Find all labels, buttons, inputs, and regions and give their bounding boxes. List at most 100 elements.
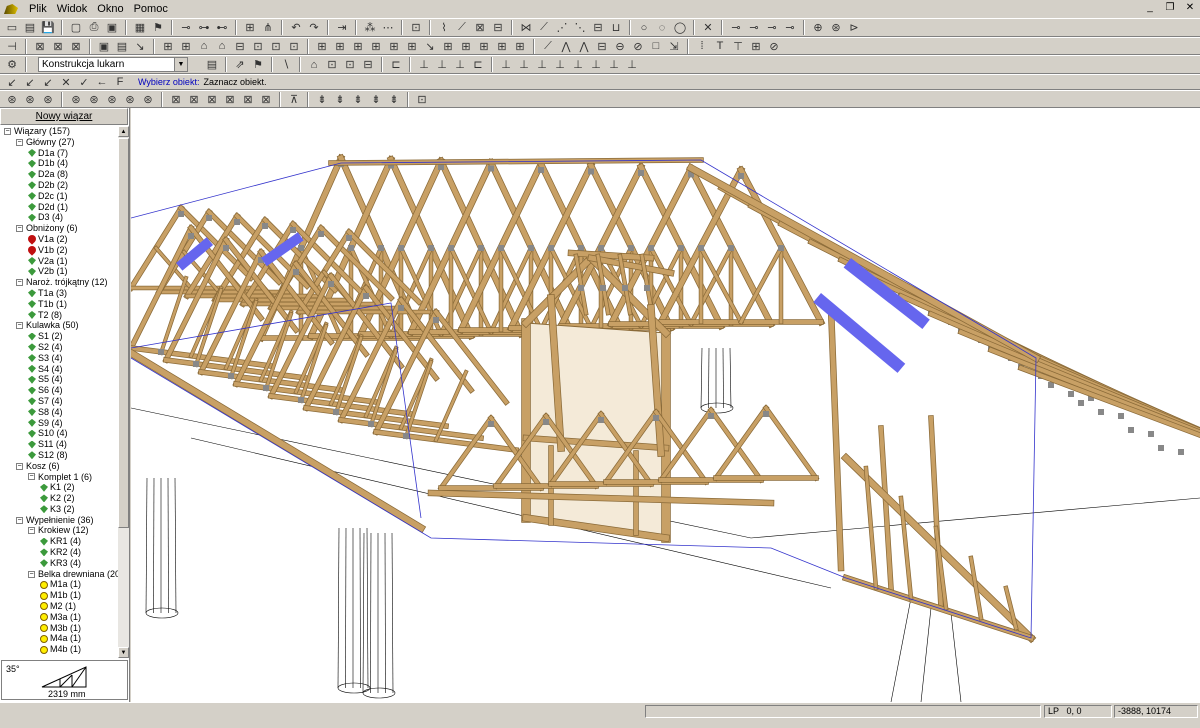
toolbar-tool-icon[interactable]: ⊣ [4,38,20,54]
tree-node[interactable]: T2 (8) [0,310,118,321]
tree-node[interactable]: S12 (8) [0,450,118,461]
toolbar-tool-icon[interactable]: ⊠ [472,20,488,36]
collapse-icon[interactable]: − [16,138,23,146]
toolbar-tool-icon[interactable]: ⊡ [268,38,284,54]
toolbar-tool-icon[interactable]: ▣ [104,20,120,36]
toolbar-tool-icon[interactable]: ⊠ [32,38,48,54]
properties-icon[interactable]: ▤ [204,57,220,73]
toolbar-tool-icon[interactable]: ⌂ [214,38,230,54]
toolbar-tool-icon[interactable]: ⊥ [434,57,450,73]
toolbar-tool-icon[interactable]: ✕ [58,75,74,89]
collapse-icon[interactable]: − [16,322,23,330]
toolbar-tool-icon[interactable]: 💾 [40,20,56,36]
toolbar-tool-icon[interactable]: ↙ [4,75,20,89]
tree-node[interactable]: S6 (4) [0,385,118,396]
chevron-down-icon[interactable]: ▼ [174,58,187,71]
toolbar-tool-icon[interactable]: ⟋ [536,20,552,36]
toolbar-tool-icon[interactable]: ⌂ [306,57,322,73]
toolbar-tool-icon[interactable]: ↙ [40,75,56,89]
toolbar-tool-icon[interactable]: ⟋ [454,20,470,36]
toolbar-tool-icon[interactable]: ⊛ [122,91,138,107]
toolbar-tool-icon[interactable]: ⊖ [612,38,628,54]
tree-node[interactable]: V2a (1) [0,256,118,267]
toolbar-tool-icon[interactable]: ◯ [672,20,688,36]
toolbar-tool-icon[interactable]: ⊡ [286,38,302,54]
toolbar-tool-icon[interactable]: ▢ [68,20,84,36]
toolbar-tool-icon[interactable]: ↘ [422,38,438,54]
tree-node[interactable]: K1 (2) [0,482,118,493]
tree-node[interactable]: M4b (1) [0,644,118,655]
toolbar-tool-icon[interactable]: ◌ [654,20,670,36]
toolbar-tool-icon[interactable]: ⇟ [332,91,348,107]
tree-node[interactable]: D1a (7) [0,148,118,159]
tree-node[interactable]: K2 (2) [0,493,118,504]
toolbar-tool-icon[interactable]: ⊥ [416,57,432,73]
toolbar-tool-icon[interactable]: ⊞ [512,38,528,54]
toolbar-tool-icon[interactable]: ⊛ [22,91,38,107]
toolbar-tool-icon[interactable]: ⊞ [386,38,402,54]
toolbar-tool-icon[interactable]: ⊛ [86,91,102,107]
toolbar-tool-icon[interactable]: ⁂ [362,20,378,36]
toolbar-tool-icon[interactable]: ⊡ [250,38,266,54]
toolbar-tool-icon[interactable]: □ [648,38,664,54]
scroll-up-icon[interactable]: ▲ [118,126,129,137]
toolbar-tool-icon[interactable]: ⊞ [368,38,384,54]
tree-node[interactable]: S9 (4) [0,418,118,429]
tree-node[interactable]: V1b (2) [0,244,118,256]
scroll-down-icon[interactable]: ▼ [118,647,129,658]
toolbar-tool-icon[interactable]: ⇟ [350,91,366,107]
toolbar-tool-icon[interactable]: ⚑ [250,57,266,73]
tree-node[interactable]: − Naroż. trójkątny (12) [0,277,118,288]
collapse-icon[interactable]: − [28,570,35,578]
tree-node[interactable]: − Belka drewniana (20) [0,569,118,580]
toolbar-tool-icon[interactable]: ⊠ [168,91,184,107]
tree-node[interactable]: K3 (2) [0,504,118,515]
tree-node[interactable]: M3b (1) [0,623,118,634]
toolbar-tool-icon[interactable]: ⋯ [380,20,396,36]
toolbar-tool-icon[interactable]: ⊠ [258,91,274,107]
tree-node[interactable]: D3 (4) [0,212,118,223]
tree-node[interactable]: − Kulawka (50) [0,320,118,331]
toolbar-tool-icon[interactable]: ⚑ [150,20,166,36]
collapse-icon[interactable]: − [16,516,23,524]
toolbar-tool-icon[interactable]: ▤ [114,38,130,54]
toolbar-tool-icon[interactable]: ⌂ [196,38,212,54]
toolbar-tool-icon[interactable]: ⊥ [534,57,550,73]
toolbar-tool-icon[interactable]: ⊷ [214,20,230,36]
tree-node[interactable]: S8 (4) [0,407,118,418]
tree-node[interactable]: V1a (2) [0,233,118,246]
tree-node[interactable]: S2 (4) [0,342,118,353]
toolbar-tool-icon[interactable]: ⊛ [68,91,84,107]
toolbar-tool-icon[interactable]: ⊡ [342,57,358,73]
toolbar-tool-icon[interactable]: ⊕ [810,20,826,36]
close-icon[interactable]: ✕ [1184,2,1196,14]
tree-node[interactable]: D2a (8) [0,169,118,180]
toolbar-tool-icon[interactable]: ⊡ [414,91,430,107]
app-logo-icon[interactable] [4,4,18,14]
tree-node[interactable]: − Komplet 1 (6) [0,472,118,483]
toolbar-tool-icon[interactable]: ⇲ [666,38,682,54]
toolbar-tool-icon[interactable]: ⊛ [140,91,156,107]
toolbar-tool-icon[interactable]: ⋀ [576,38,592,54]
menu-view[interactable]: Widok [52,0,93,18]
toolbar-tool-icon[interactable]: ✓ [76,75,92,89]
toolbar-tool-icon[interactable]: ⋰ [554,20,570,36]
tree-node[interactable]: V2b (1) [0,266,118,277]
tree-node[interactable]: M1a (1) [0,579,118,590]
toolbar-tool-icon[interactable]: ↶ [288,20,304,36]
toolbar-tool-icon[interactable]: ⊼ [286,91,302,107]
collapse-icon[interactable]: − [28,527,35,535]
tree-node[interactable]: M2 (1) [0,601,118,612]
toolbar-tool-icon[interactable]: ⇟ [314,91,330,107]
tree-node[interactable]: S1 (2) [0,331,118,342]
toolbar-tool-icon[interactable]: ⊏ [388,57,404,73]
toolbar-tool-icon[interactable]: ⁞ [694,38,710,54]
tree-node[interactable]: D2d (1) [0,202,118,213]
tree-node[interactable]: KR3 (4) [0,558,118,569]
toolbar-tool-icon[interactable]: ⊟ [590,20,606,36]
toolbar-tool-icon[interactable]: ⊞ [476,38,492,54]
toolbar-tool-icon[interactable]: ⊔ [608,20,624,36]
toolbar-tool-icon[interactable]: ▭ [4,20,20,36]
toolbar-tool-icon[interactable]: ⊸ [782,20,798,36]
toolbar-tool-icon[interactable]: ⊞ [314,38,330,54]
